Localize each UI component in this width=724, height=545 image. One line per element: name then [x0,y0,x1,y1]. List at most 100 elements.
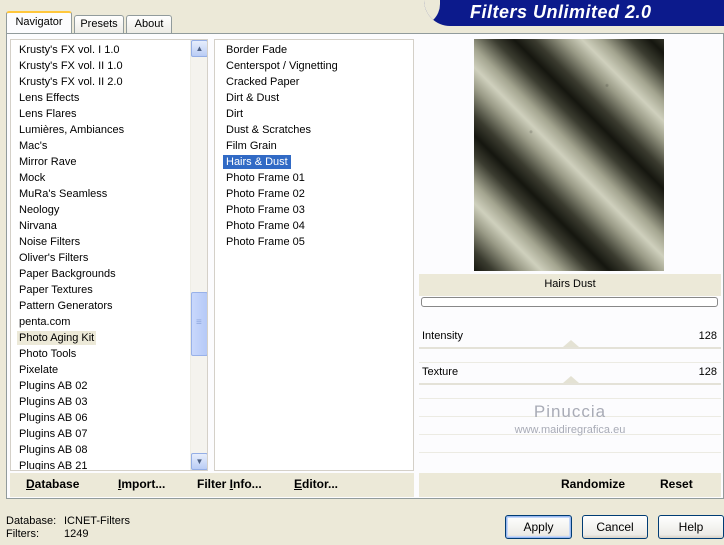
category-item[interactable]: Krusty's FX vol. II 2.0 [11,74,191,90]
category-item[interactable]: Krusty's FX vol. I 1.0 [11,42,191,58]
category-item[interactable]: Plugins AB 03 [11,394,191,410]
randomize-button[interactable]: Randomize [561,477,625,491]
texture-label: Texture [422,366,459,378]
category-scrollbar[interactable]: ▲ ▼ [190,40,207,470]
editor-button[interactable]: Editor... [294,477,338,491]
filter-info-label-post: nfo... [233,477,262,491]
filter-item-label: Photo Frame 02 [226,188,305,200]
filter-item[interactable]: Dirt & Dust [215,90,413,106]
filter-item[interactable]: Dust & Scratches [215,122,413,138]
slider-divider [419,398,721,399]
filter-list[interactable]: Border Fade Centerspot / Vignetting Cracke… [214,39,414,471]
progress-bar [421,297,718,307]
category-item[interactable]: Photo Aging Kit [11,330,191,346]
filters-info-value: 1249 [64,528,89,540]
category-item-label: MuRa's Seamless [19,188,108,200]
intensity-thumb[interactable] [563,340,579,347]
category-item[interactable]: Mac's [11,138,191,154]
filter-item[interactable]: Hairs & Dust [215,154,413,170]
filter-item-label: Dirt [226,108,244,120]
category-item-label: Plugins AB 03 [19,396,88,408]
slider-divider [419,452,721,453]
category-item[interactable]: Plugins AB 08 [11,442,191,458]
category-item-label: Mac's [19,140,48,152]
category-item[interactable]: Lens Flares [11,106,191,122]
category-item[interactable]: Photo Tools [11,346,191,362]
filter-item-label: Dust & Scratches [226,124,311,136]
texture-thumb[interactable] [563,376,579,383]
watermark-name: Pinuccia [533,402,607,421]
category-item[interactable]: penta.com [11,314,191,330]
category-item[interactable]: Pixelate [11,362,191,378]
filter-item-label: Photo Frame 03 [226,204,305,216]
filter-item-label: Film Grain [226,140,277,152]
category-item[interactable]: Lens Effects [11,90,191,106]
intensity-track[interactable] [419,347,721,349]
tab-about[interactable]: About [126,15,172,33]
database-info-label: Database: [6,515,57,527]
filter-item-label: Cracked Paper [226,76,300,88]
filter-item[interactable]: Cracked Paper [215,74,413,90]
apply-button[interactable]: Apply [505,515,572,539]
import-button[interactable]: Import... [118,477,165,491]
scroll-up-arrow-icon[interactable]: ▲ [191,40,207,57]
navigator-toolbar: Database Import... Filter Info... Editor… [10,473,414,497]
category-item[interactable]: Pattern Generators [11,298,191,314]
intensity-label: Intensity [422,330,463,342]
category-item-label: Krusty's FX vol. I 1.0 [19,44,120,56]
texture-track[interactable] [419,383,721,385]
category-items: Krusty's FX vol. I 1.0 Krusty's FX vol. I… [11,42,191,470]
category-item[interactable]: Noise Filters [11,234,191,250]
category-item-label: Krusty's FX vol. II 2.0 [19,76,123,88]
filter-item[interactable]: Photo Frame 01 [215,170,413,186]
category-item[interactable]: Lumières, Ambiances [11,122,191,138]
filter-item[interactable]: Film Grain [215,138,413,154]
intensity-slider[interactable]: Intensity 128 [419,327,721,355]
filter-item[interactable]: Photo Frame 02 [215,186,413,202]
category-item[interactable]: Plugins AB 06 [11,410,191,426]
help-button[interactable]: Help [658,515,724,539]
scroll-down-arrow-icon[interactable]: ▼ [191,453,207,470]
category-item[interactable]: Plugins AB 02 [11,378,191,394]
category-item[interactable]: Nirvana [11,218,191,234]
category-item[interactable]: Mock [11,170,191,186]
filter-item-label: Centerspot / Vignetting [226,60,338,72]
category-item[interactable]: Krusty's FX vol. II 1.0 [11,58,191,74]
reset-button[interactable]: Reset [660,477,693,491]
category-item[interactable]: MuRa's Seamless [11,186,191,202]
category-item-label: Krusty's FX vol. II 1.0 [19,60,123,72]
preview-toolbar: Randomize Reset [419,473,721,497]
filter-info-button[interactable]: Filter Info... [197,477,262,491]
tab-navigator[interactable]: Navigator [6,11,72,33]
texture-slider[interactable]: Texture 128 [419,363,721,391]
filter-item[interactable]: Photo Frame 03 [215,202,413,218]
preview-panel: Hairs Dust Intensity 128 Texture 128 Pin… [419,39,721,471]
category-item[interactable]: Oliver's Filters [11,250,191,266]
category-item-label: Oliver's Filters [19,252,89,264]
category-item[interactable]: Mirror Rave [11,154,191,170]
filter-item[interactable]: Photo Frame 04 [215,218,413,234]
filter-item-label: Photo Frame 04 [226,220,305,232]
category-item[interactable]: Plugins AB 21 [11,458,191,470]
category-item-label: Plugins AB 07 [19,428,88,440]
database-button[interactable]: Database [26,477,79,491]
tab-presets[interactable]: Presets [74,15,124,33]
cancel-button[interactable]: Cancel [582,515,648,539]
scroll-thumb[interactable] [191,292,207,356]
category-item[interactable]: Paper Textures [11,282,191,298]
category-item-label: penta.com [19,316,71,328]
filter-items: Border Fade Centerspot / Vignetting Cracke… [215,40,413,250]
category-item[interactable]: Neology [11,202,191,218]
category-item[interactable]: Paper Backgrounds [11,266,191,282]
preview-image [474,39,664,271]
filter-item[interactable]: Border Fade [215,42,413,58]
filter-item[interactable]: Dirt [215,106,413,122]
filters-info-label: Filters: [6,528,39,540]
database-accesskey: D [26,477,35,491]
filter-item[interactable]: Centerspot / Vignetting [215,58,413,74]
category-item-label: Plugins AB 02 [19,380,88,392]
category-list[interactable]: Krusty's FX vol. I 1.0 Krusty's FX vol. I… [10,39,208,471]
category-item[interactable]: Plugins AB 07 [11,426,191,442]
filter-item-label: Border Fade [226,44,288,56]
filter-item[interactable]: Photo Frame 05 [215,234,413,250]
